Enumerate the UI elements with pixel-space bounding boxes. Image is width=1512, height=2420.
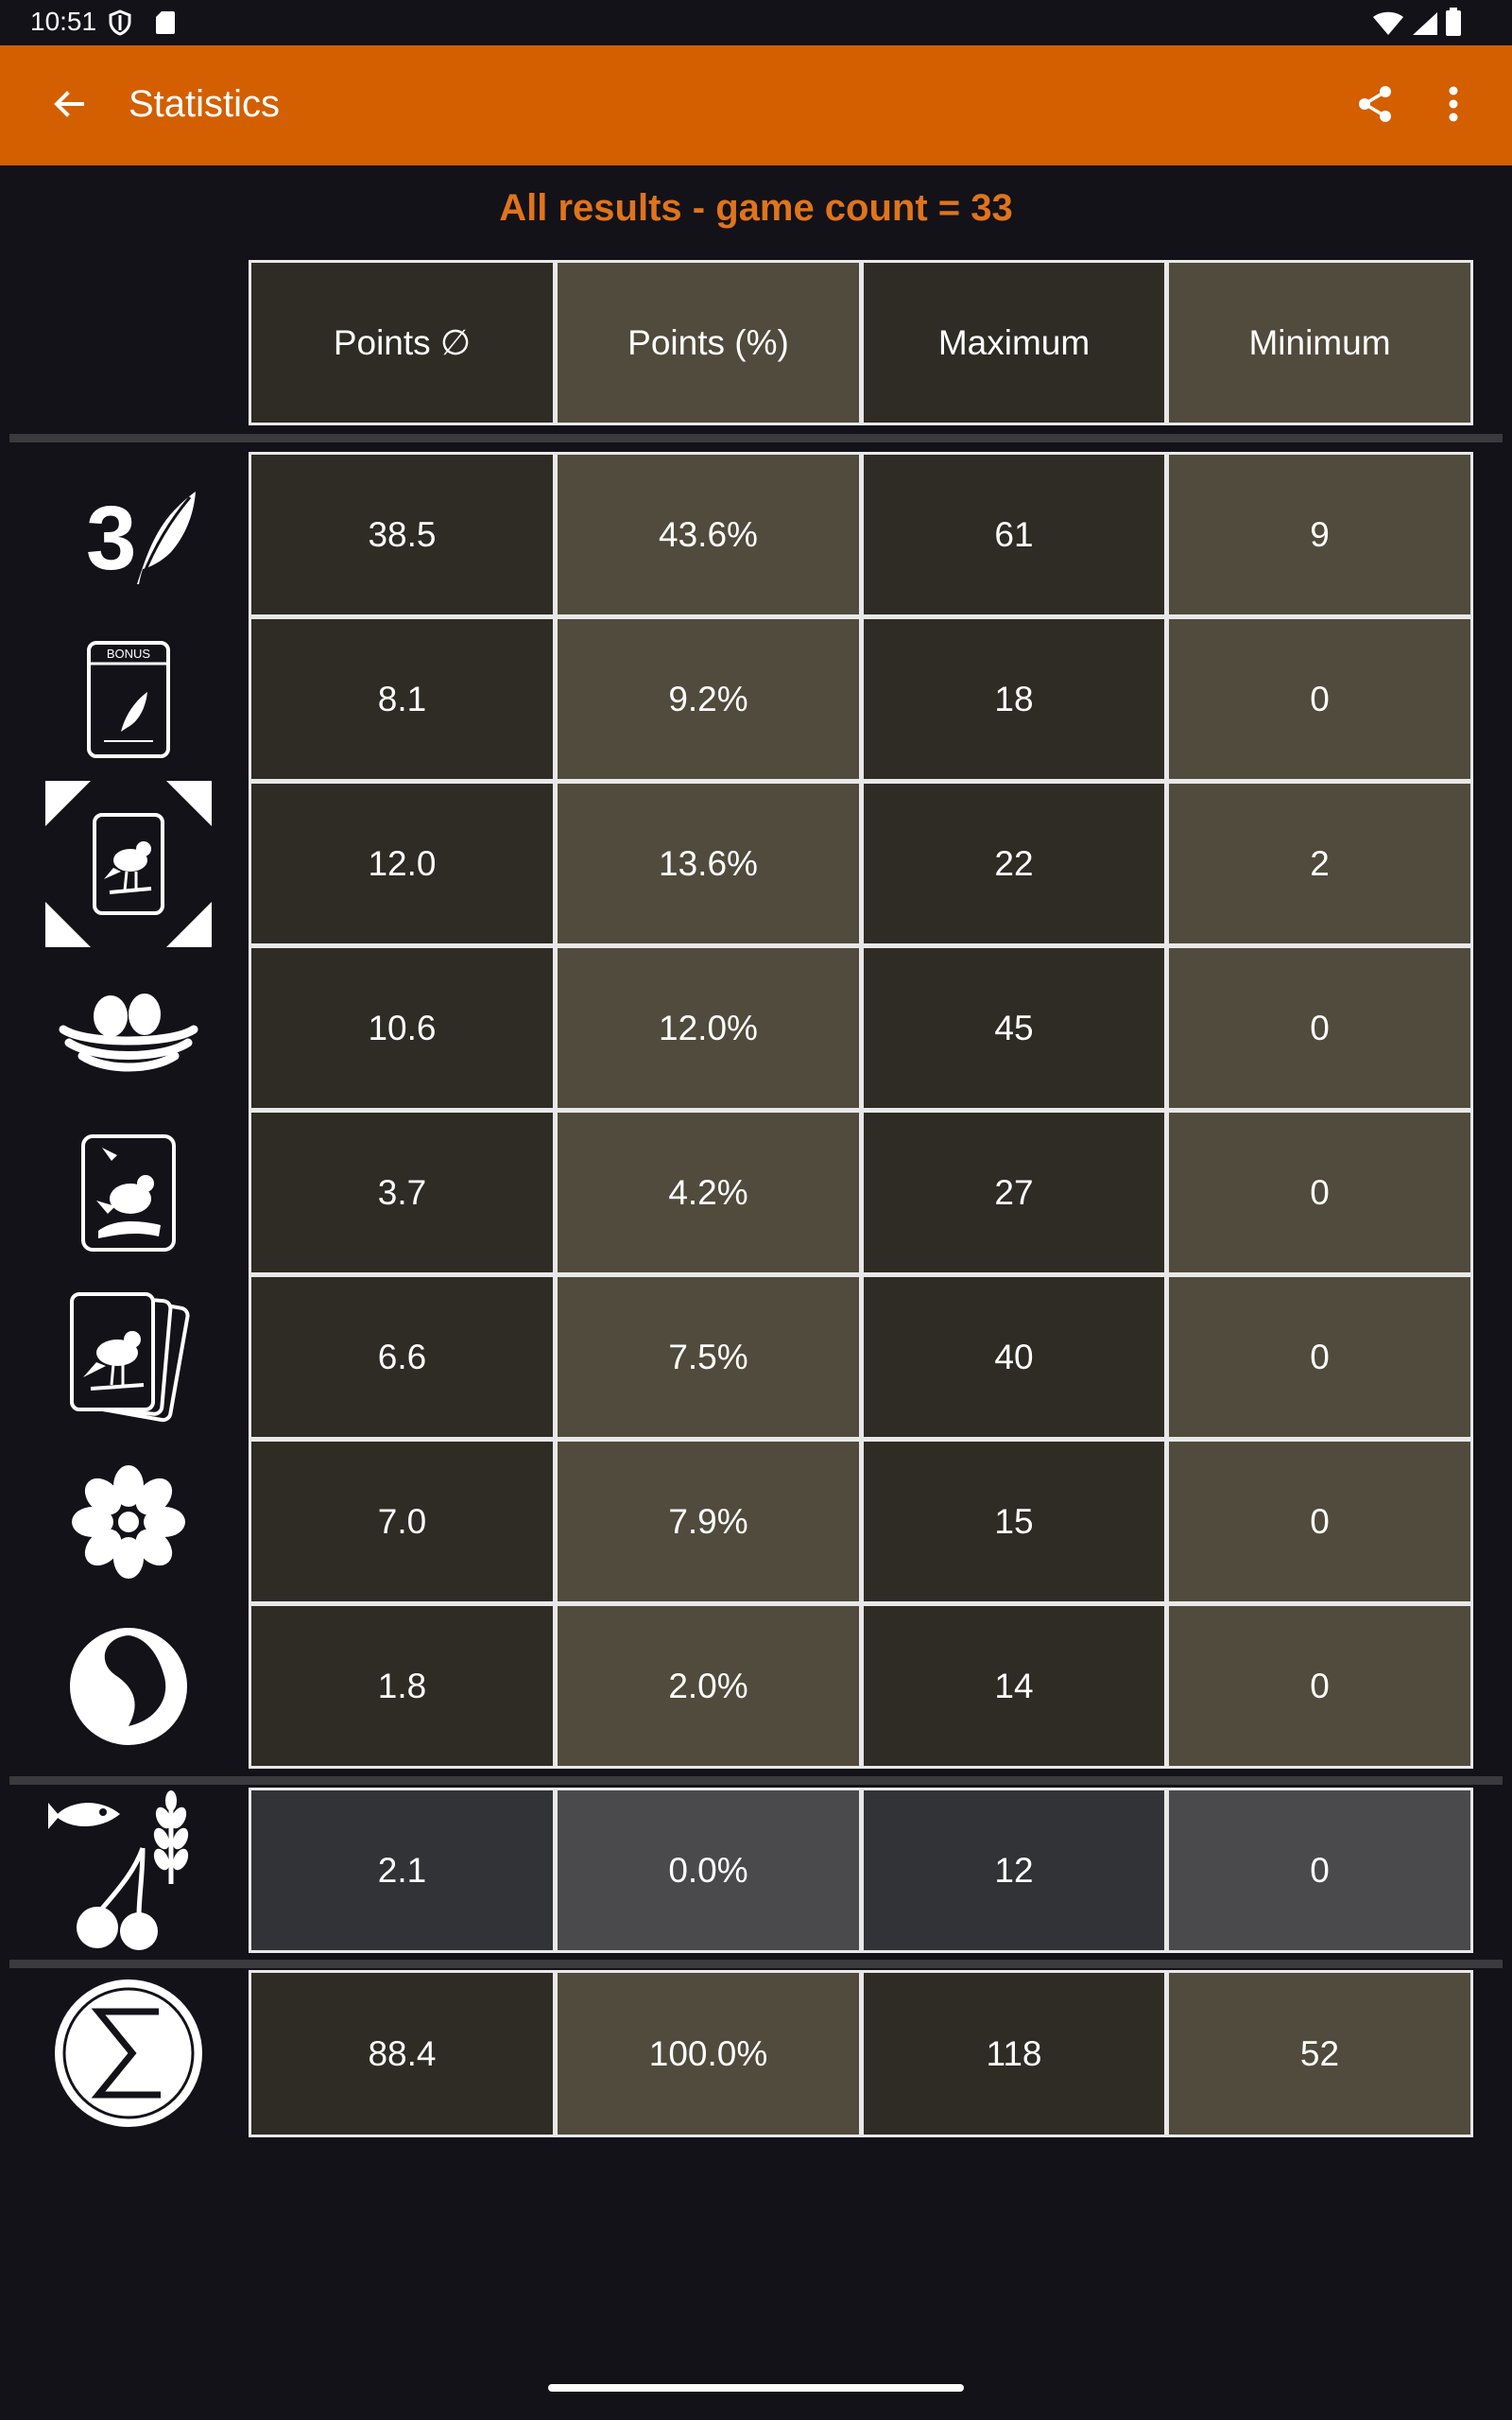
table-cell: 13.6%	[555, 781, 862, 946]
divider	[9, 434, 1503, 442]
table-cell: 0	[1166, 1274, 1473, 1440]
table-cell: 45	[861, 945, 1167, 1111]
table-cell: 43.6%	[555, 452, 862, 617]
table-cell: 7.5%	[555, 1274, 862, 1440]
svg-text:BONUS: BONUS	[107, 647, 151, 661]
table-cell: 0	[1166, 945, 1473, 1111]
signal-icon	[1412, 11, 1438, 41]
table-cell: 2	[1166, 781, 1473, 946]
duet-token-icon	[38, 1603, 219, 1769]
table-cell: 14	[861, 1603, 1167, 1769]
table-cell: 52	[1166, 1970, 1473, 2137]
column-header-maximum: Maximum	[861, 260, 1167, 425]
table-cell: 12.0	[249, 781, 556, 946]
tucked-cards-icon	[38, 1274, 219, 1440]
table-cell: 22	[861, 781, 1167, 946]
nectar-flower-icon	[38, 1439, 219, 1604]
divider	[9, 1960, 1503, 1968]
svg-text:3: 3	[86, 488, 136, 589]
table-cell: 0.0%	[555, 1788, 862, 1953]
table-cell: 88.4	[249, 1970, 556, 2137]
battery-icon	[1446, 8, 1461, 41]
end-of-round-goal-icon	[38, 780, 219, 947]
share-icon	[1355, 84, 1395, 129]
shield-icon	[108, 9, 132, 41]
table-cell: 100.0%	[555, 1970, 862, 2137]
divider	[9, 1776, 1503, 1785]
leftover-food-icon	[38, 1787, 219, 1952]
back-button[interactable]	[36, 78, 102, 133]
app-bar: Statistics	[0, 45, 1512, 165]
table-cell: 10.6	[249, 945, 556, 1111]
column-header-minimum: Minimum	[1166, 260, 1473, 425]
table-cell: 0	[1166, 616, 1473, 782]
more-options-button[interactable]	[1425, 79, 1482, 132]
table-cell: 0	[1166, 1110, 1473, 1275]
table-cell: 0	[1166, 1788, 1473, 1953]
table-cell: 0	[1166, 1603, 1473, 1769]
table-cell: 8.1	[249, 616, 556, 782]
table-cell: 40	[861, 1274, 1167, 1440]
column-header-points-avg: Points ∅	[249, 260, 556, 425]
status-time: 10:51	[30, 7, 97, 36]
share-button[interactable]	[1342, 79, 1408, 132]
table-cell: 6.6	[249, 1274, 556, 1440]
sum-icon	[38, 1970, 219, 2135]
cached-food-icon	[38, 1110, 219, 1275]
bonus-card-icon: BONUS	[38, 616, 219, 782]
page-title: Statistics	[129, 83, 281, 125]
table-cell: 7.0	[249, 1439, 556, 1604]
arrow-back-icon	[52, 87, 86, 126]
table-cell: 7.9%	[555, 1439, 862, 1604]
wifi-icon	[1372, 11, 1404, 41]
table-cell: 18	[861, 616, 1167, 782]
table-cell: 118	[861, 1970, 1167, 2137]
table-cell: 15	[861, 1439, 1167, 1604]
nest-eggs-icon	[38, 945, 219, 1111]
gesture-nav-handle[interactable]	[548, 2384, 964, 2392]
results-heading: All results - game count = 33	[499, 187, 1013, 229]
table-cell: 12	[861, 1788, 1167, 1953]
table-cell: 9	[1166, 452, 1473, 617]
more-vert-icon	[1448, 86, 1459, 127]
table-cell: 38.5	[249, 452, 556, 617]
sd-card-icon	[155, 9, 176, 41]
table-cell: 12.0%	[555, 945, 862, 1111]
feather-3-icon: 3	[38, 452, 219, 617]
status-bar: 10:51	[0, 0, 1512, 45]
table-cell: 0	[1166, 1439, 1473, 1604]
table-cell: 2.0%	[555, 1603, 862, 1769]
table-cell: 61	[861, 452, 1167, 617]
table-cell: 4.2%	[555, 1110, 862, 1275]
table-cell: 2.1	[249, 1788, 556, 1953]
table-cell: 1.8	[249, 1603, 556, 1769]
column-header-points-percent: Points (%)	[555, 260, 862, 425]
table-cell: 3.7	[249, 1110, 556, 1275]
table-cell: 27	[861, 1110, 1167, 1275]
table-cell: 9.2%	[555, 616, 862, 782]
